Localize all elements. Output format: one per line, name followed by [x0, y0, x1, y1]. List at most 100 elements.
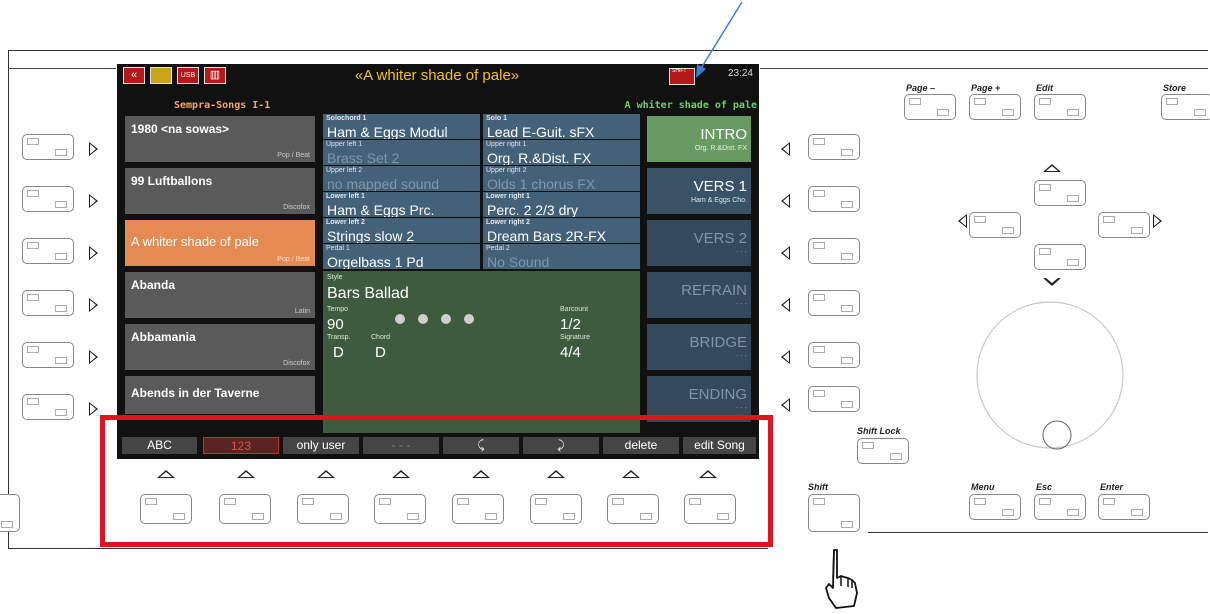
highlight-box	[100, 415, 773, 547]
chord-label: Chord	[371, 334, 391, 341]
right-panel-button-2[interactable]	[808, 186, 860, 212]
song-list-item-selected[interactable]: A whiter shade of pale Pop / Beat	[125, 220, 315, 266]
left-arrow-indicator-icon	[89, 298, 98, 312]
left-panel-button-4[interactable]	[22, 290, 74, 316]
voice-cell-solo-1[interactable]: Solo 1 Lead E-Guit. sFX	[483, 114, 640, 139]
nav-right-button[interactable]	[1098, 212, 1150, 238]
voice-cell-lower-left-2[interactable]: Lower left 2 Strings slow 2	[323, 218, 480, 243]
menu-button[interactable]	[969, 494, 1021, 520]
song-list-item[interactable]: Abbamania Discofox	[125, 324, 315, 370]
style-panel[interactable]: Style Bars Ballad Tempo 90 Barcount 1/2 …	[323, 271, 640, 433]
right-panel-button-6[interactable]	[808, 386, 860, 412]
page-plus-button[interactable]	[969, 94, 1021, 120]
nav-left-button[interactable]	[969, 212, 1021, 238]
segment-vers-1[interactable]: VERS 1 Ham & Eggs Cho.	[647, 168, 751, 214]
enter-label: Enter	[1100, 482, 1124, 492]
song-genre: Pop / Beat	[277, 256, 310, 263]
voice-cell-upper-right-1[interactable]: Upper right 1 Org. R.&Dist. FX	[483, 140, 640, 165]
left-panel-button-2[interactable]	[22, 186, 74, 212]
voice-cell-lower-right-2[interactable]: Lower right 2 Dream Bars 2R-FX	[483, 218, 640, 243]
list-header: Sempra-Songs I-1	[174, 100, 271, 111]
right-arrow-indicator-icon	[781, 246, 790, 260]
right-arrow-indicator-icon	[781, 398, 790, 412]
panel-top-edge	[8, 50, 1208, 51]
right-panel-button-4[interactable]	[808, 290, 860, 316]
beat-dot-icon	[418, 314, 428, 324]
voice-name: Ham & Eggs Prc.	[327, 202, 435, 217]
nav-up-indicator-icon	[1043, 164, 1061, 172]
voice-name: Olds 1 chorus FX	[487, 176, 596, 191]
left-panel-button-1[interactable]	[22, 134, 74, 160]
song-genre: Pop / Beat	[277, 152, 310, 159]
voice-label: Upper left 1	[326, 141, 363, 148]
left-panel-button-3[interactable]	[22, 238, 74, 264]
segment-bridge[interactable]: BRIDGE - - -	[647, 324, 751, 370]
menu-icon[interactable]	[150, 67, 172, 84]
segment-title: ENDING	[688, 386, 747, 403]
usb-icon[interactable]: USB	[177, 67, 199, 84]
voice-cell-lower-left-1[interactable]: Lower left 1 Ham & Eggs Prc.	[323, 192, 480, 217]
song-list-item[interactable]: 1980 <na sowas> Pop / Beat	[125, 116, 315, 162]
voice-label: Lower right 2	[486, 219, 530, 226]
voice-label: Upper right 1	[486, 141, 527, 148]
back-icon[interactable]: «	[123, 67, 145, 84]
nav-down-button[interactable]	[1034, 244, 1086, 270]
voice-cell-pedal-2[interactable]: Pedal 2 No Sound	[483, 244, 640, 269]
voice-name: Orgelbass 1 Pd	[327, 254, 424, 269]
shift-lock-button[interactable]	[857, 438, 909, 464]
page-plus-label: Page +	[971, 83, 1001, 93]
enter-button[interactable]	[1098, 494, 1150, 520]
nav-right-indicator-icon	[1153, 214, 1162, 228]
trash-icon[interactable]: ▥	[204, 67, 226, 84]
song-genre: Discofox	[283, 360, 310, 367]
segment-vers-2[interactable]: VERS 2 - - -	[647, 220, 751, 266]
voice-name: Lead E-Guit. sFX	[487, 124, 595, 139]
right-panel-button-5[interactable]	[808, 342, 860, 368]
voice-cell-upper-left-1[interactable]: Upper left 1 Brass Set 2	[323, 140, 480, 165]
voice-cell-pedal-1[interactable]: Pedal 1 Orgelbass 1 Pd	[323, 244, 480, 269]
barcount-label: Barcount	[560, 306, 589, 313]
signature-label: Signature	[560, 334, 590, 341]
shift-button[interactable]	[808, 494, 860, 532]
voice-name: Dream Bars 2R-FX	[487, 228, 607, 243]
left-arrow-indicator-icon	[89, 246, 98, 260]
store-button[interactable]	[1161, 94, 1210, 120]
display-screen: « USB ▥ «A whiter shade of pale» SHIFT 2…	[117, 64, 759, 459]
voice-cell-upper-right-2[interactable]: Upper right 2 Olds 1 chorus FX	[483, 166, 640, 191]
voice-label: Pedal 1	[326, 245, 350, 252]
song-list-item[interactable]: Abanda Latin	[125, 272, 315, 318]
segment-sub: - - -	[736, 301, 747, 308]
song-list-item[interactable]: Abends in der Taverne	[125, 376, 315, 414]
left-panel-button-6[interactable]	[22, 394, 74, 420]
right-panel-button-1[interactable]	[808, 134, 860, 160]
nav-up-button[interactable]	[1034, 180, 1086, 206]
panel-left-edge	[8, 50, 9, 548]
voice-cell-lower-right-1[interactable]: Lower right 1 Perc. 2 2/3 dry	[483, 192, 640, 217]
left-edge-button[interactable]	[0, 494, 20, 532]
voice-name: Ham & Eggs Modul	[327, 124, 448, 139]
instrument-panel: Page – Page + Edit Store Shift Lock Shif…	[0, 0, 1210, 614]
esc-button[interactable]	[1034, 494, 1086, 520]
edit-button[interactable]	[1034, 94, 1086, 120]
tempo-value: 90	[327, 316, 344, 333]
song-list-item[interactable]: 99 Luftballons Discofox	[125, 168, 315, 214]
voice-cell-solochord-1[interactable]: Solochord 1 Ham & Eggs Modul	[323, 114, 480, 139]
segment-intro[interactable]: INTRO Org. R.&Dist. FX	[647, 116, 751, 162]
voice-name: no mapped sound	[327, 176, 440, 191]
voice-cell-upper-left-2[interactable]: Upper left 2 no mapped sound	[323, 166, 480, 191]
song-genre: Latin	[294, 308, 310, 315]
song-name: 99 Luftballons	[131, 174, 213, 188]
right-panel-button-3[interactable]	[808, 238, 860, 264]
voice-name: Perc. 2 2/3 dry	[487, 202, 579, 217]
page-minus-button[interactable]	[904, 94, 956, 120]
voice-name: No Sound	[487, 254, 550, 269]
segment-sub: - - -	[736, 353, 747, 360]
song-name: 1980 <na sowas>	[131, 122, 230, 136]
segment-title: VERS 1	[693, 178, 747, 195]
left-panel-button-5[interactable]	[22, 342, 74, 368]
voice-label: Lower right 1	[486, 193, 530, 200]
data-wheel[interactable]	[975, 300, 1125, 450]
style-name: Bars Ballad	[327, 285, 409, 302]
segment-refrain[interactable]: REFRAIN - - -	[647, 272, 751, 318]
barcount-value: 1/2	[560, 316, 581, 333]
